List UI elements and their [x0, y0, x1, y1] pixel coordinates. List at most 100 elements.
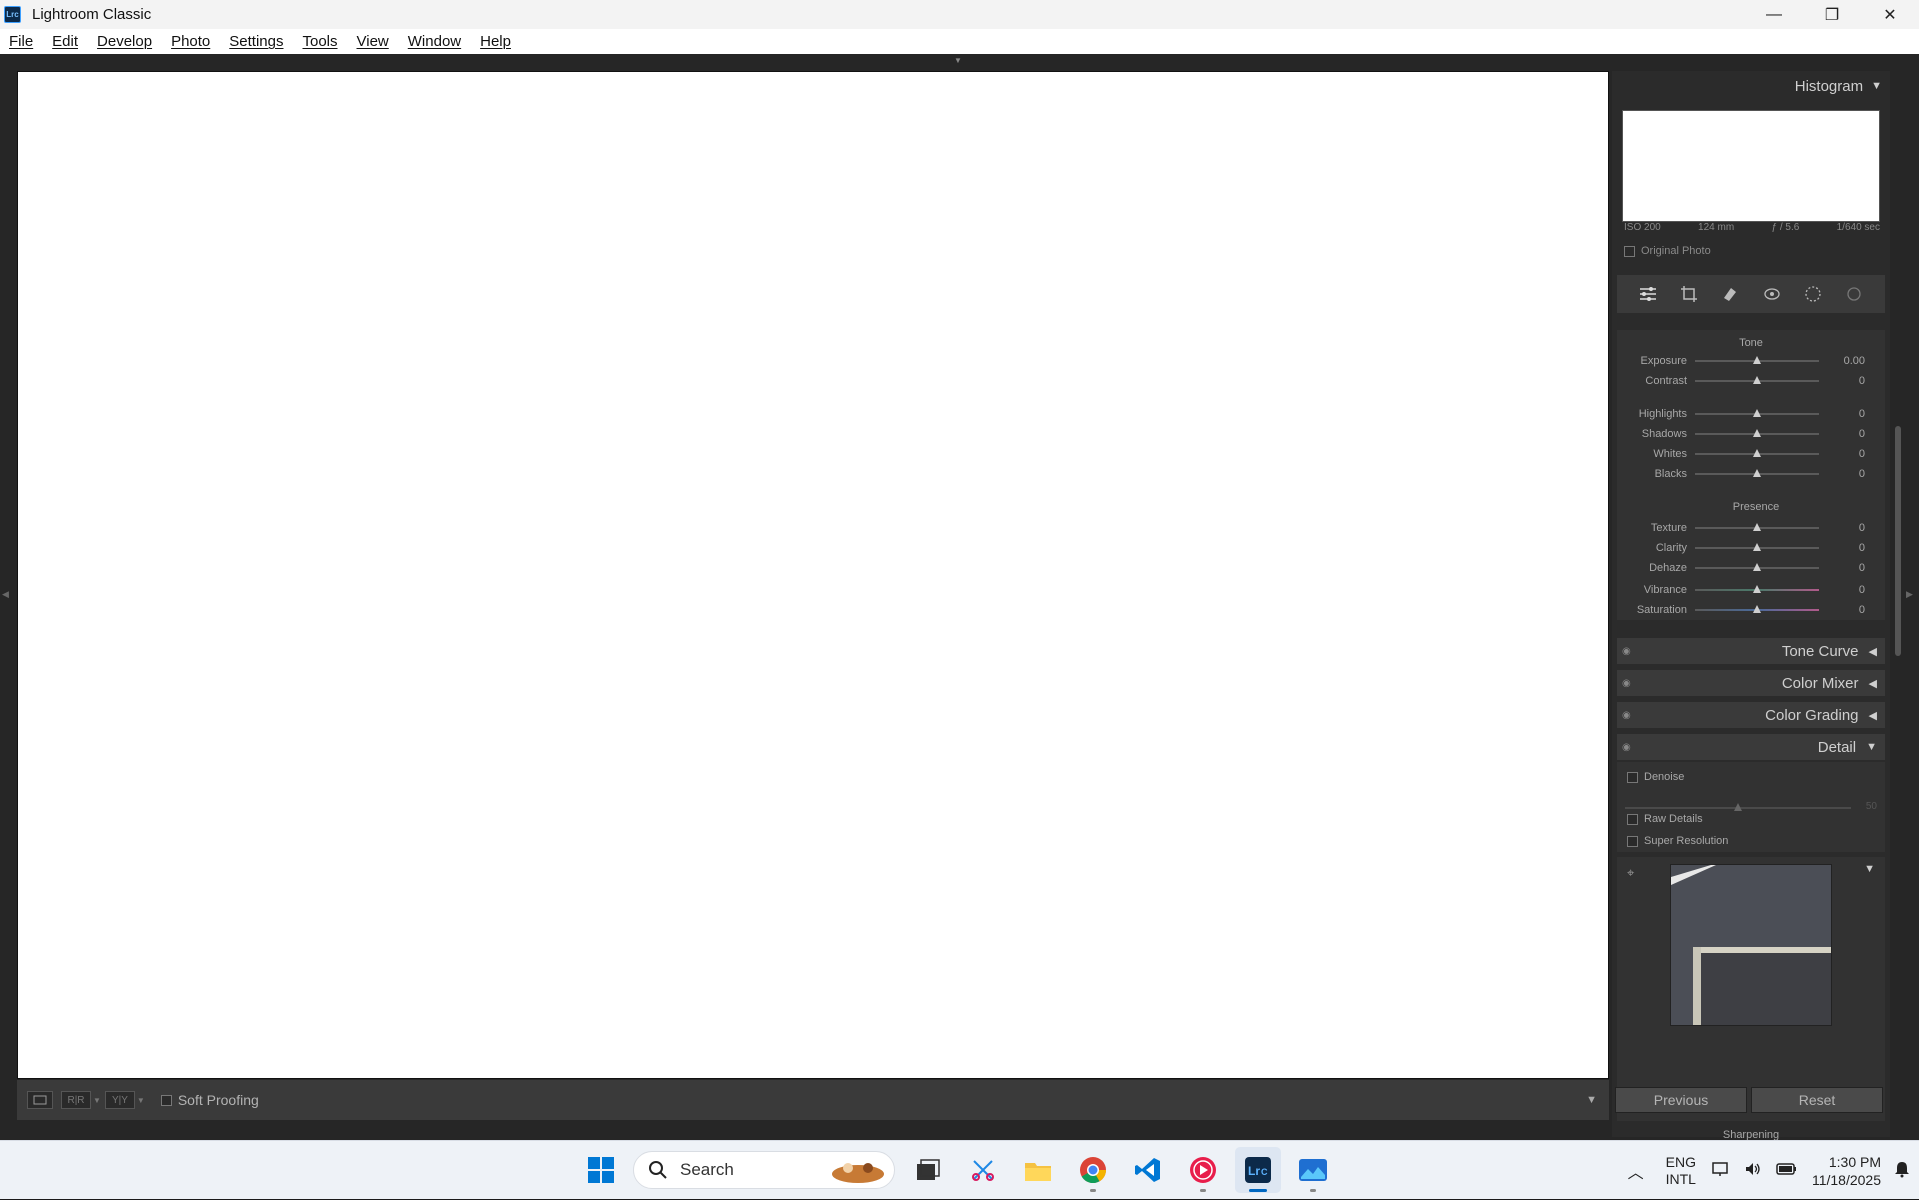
- menu-window[interactable]: Window: [408, 33, 461, 50]
- slider-track[interactable]: [1695, 585, 1819, 593]
- show-hidden-icons-chevron-icon[interactable]: ︿: [1628, 1159, 1644, 1183]
- slider-value[interactable]: 0: [1819, 562, 1865, 574]
- reset-button[interactable]: Reset: [1751, 1087, 1883, 1113]
- masking-icon[interactable]: [1802, 283, 1824, 305]
- histogram-display[interactable]: [1622, 110, 1880, 222]
- slider-track[interactable]: [1695, 376, 1819, 384]
- before-after-dropdown-icon[interactable]: ▼: [93, 1096, 101, 1105]
- menu-settings[interactable]: Settings: [229, 33, 283, 50]
- menu-help[interactable]: Help: [480, 33, 511, 50]
- soft-proofing-checkbox[interactable]: [160, 1094, 172, 1106]
- super-resolution-checkbox[interactable]: [1627, 835, 1638, 847]
- taskbar-search[interactable]: Search: [633, 1151, 895, 1189]
- slider-value[interactable]: 0: [1819, 604, 1865, 616]
- slider-thumb[interactable]: [1753, 469, 1761, 477]
- healing-eraser-icon[interactable]: [1719, 283, 1741, 305]
- right-panel-toggle-icon[interactable]: ▶: [1906, 589, 1913, 600]
- swap-dropdown-icon[interactable]: ▼: [137, 1096, 145, 1105]
- slider-value[interactable]: 0: [1819, 522, 1865, 534]
- color-mixer-panel-header[interactable]: ◉ Color Mixer ◀: [1617, 670, 1885, 696]
- slider-thumb[interactable]: [1753, 409, 1761, 417]
- contrast-slider[interactable]: Contrast 0: [1617, 373, 1885, 389]
- slider-track[interactable]: [1695, 523, 1819, 531]
- menu-photo[interactable]: Photo: [171, 33, 210, 50]
- detail-zoom-preview[interactable]: [1670, 864, 1832, 1026]
- clarity-slider[interactable]: Clarity 0: [1617, 540, 1885, 556]
- slider-value[interactable]: 0: [1819, 468, 1865, 480]
- slider-thumb[interactable]: [1753, 543, 1761, 551]
- saturation-slider[interactable]: Saturation 0: [1617, 602, 1885, 618]
- denoise-checkbox[interactable]: [1627, 771, 1638, 783]
- slider-track[interactable]: [1695, 563, 1819, 571]
- photo-canvas[interactable]: [17, 71, 1609, 1079]
- color-grading-panel-header[interactable]: ◉ Color Grading ◀: [1617, 702, 1885, 728]
- notifications-bell-icon[interactable]: [1893, 1160, 1911, 1181]
- volume-icon[interactable]: [1744, 1161, 1762, 1180]
- target-crosshair-icon[interactable]: ⌖: [1627, 865, 1634, 881]
- slider-thumb[interactable]: [1753, 356, 1761, 364]
- previous-button[interactable]: Previous: [1615, 1087, 1747, 1113]
- slider-value[interactable]: 0: [1819, 542, 1865, 554]
- right-panel-scrollbar[interactable]: [1893, 71, 1903, 1137]
- slider-thumb[interactable]: [1753, 585, 1761, 593]
- slider-track[interactable]: [1695, 543, 1819, 551]
- original-photo-checkbox[interactable]: [1624, 245, 1635, 257]
- slider-value[interactable]: 0.00: [1819, 355, 1865, 367]
- eye-icon[interactable]: ◉: [1622, 646, 1631, 657]
- menu-file[interactable]: File: [9, 33, 33, 50]
- raw-details-toggle[interactable]: Raw Details: [1627, 813, 1703, 825]
- texture-slider[interactable]: Texture 0: [1617, 520, 1885, 536]
- whites-slider[interactable]: Whites 0: [1617, 446, 1885, 462]
- slider-value[interactable]: 0: [1819, 408, 1865, 420]
- eye-icon[interactable]: ◉: [1622, 678, 1631, 689]
- slider-thumb[interactable]: [1753, 563, 1761, 571]
- denoise-toggle[interactable]: Denoise: [1627, 771, 1684, 783]
- vibrance-slider[interactable]: Vibrance 0: [1617, 582, 1885, 598]
- task-view-icon[interactable]: [905, 1147, 951, 1193]
- battery-icon[interactable]: [1776, 1162, 1798, 1179]
- maximize-button[interactable]: ❐: [1803, 0, 1861, 29]
- crop-icon[interactable]: [1678, 283, 1700, 305]
- photos-app-icon[interactable]: [1290, 1147, 1336, 1193]
- chrome-icon[interactable]: [1070, 1147, 1116, 1193]
- eye-icon[interactable]: ◉: [1622, 742, 1631, 753]
- file-explorer-icon[interactable]: [1015, 1147, 1061, 1193]
- exposure-slider[interactable]: Exposure 0.00: [1617, 353, 1885, 369]
- slider-value[interactable]: 0: [1819, 375, 1865, 387]
- lightroom-classic-taskbar-icon[interactable]: Lr C: [1235, 1147, 1281, 1193]
- menu-view[interactable]: View: [357, 33, 389, 50]
- red-eye-icon[interactable]: [1761, 283, 1783, 305]
- slider-thumb[interactable]: [1734, 803, 1742, 811]
- before-after-button[interactable]: R|R: [61, 1091, 91, 1109]
- slider-track[interactable]: [1695, 469, 1819, 477]
- detail-panel-header[interactable]: ◉ Detail ▼: [1617, 734, 1885, 760]
- original-photo-toggle[interactable]: Original Photo: [1624, 245, 1711, 257]
- slider-track[interactable]: [1695, 449, 1819, 457]
- slider-track[interactable]: [1695, 429, 1819, 437]
- media-player-icon[interactable]: [1180, 1147, 1226, 1193]
- tone-curve-panel-header[interactable]: ◉ Tone Curve ◀: [1617, 638, 1885, 664]
- raw-details-checkbox[interactable]: [1627, 813, 1638, 825]
- histogram-header[interactable]: Histogram ▼: [1612, 71, 1890, 101]
- toolbar-options-dropdown-icon[interactable]: ▼: [1586, 1094, 1597, 1106]
- edit-sliders-icon[interactable]: [1637, 283, 1659, 305]
- presets-icon[interactable]: [1843, 283, 1865, 305]
- network-icon[interactable]: [1712, 1161, 1730, 1180]
- slider-value[interactable]: 0: [1819, 448, 1865, 460]
- shadows-slider[interactable]: Shadows 0: [1617, 426, 1885, 442]
- slider-thumb[interactable]: [1753, 449, 1761, 457]
- menu-edit[interactable]: Edit: [52, 33, 78, 50]
- swap-before-after-button[interactable]: Y|Y: [104, 1091, 135, 1109]
- super-resolution-toggle[interactable]: Super Resolution: [1627, 835, 1728, 847]
- slider-thumb[interactable]: [1753, 376, 1761, 384]
- slider-value[interactable]: 0: [1819, 584, 1865, 596]
- collapse-triangle-icon[interactable]: ▼: [1864, 863, 1875, 875]
- clock[interactable]: 1:30 PM 11/18/2025: [1812, 1153, 1881, 1189]
- slider-track[interactable]: [1695, 356, 1819, 364]
- menu-develop[interactable]: Develop: [97, 33, 152, 50]
- slider-track[interactable]: [1695, 605, 1819, 613]
- loupe-view-button[interactable]: [27, 1091, 53, 1109]
- slider-value[interactable]: 0: [1819, 428, 1865, 440]
- scrollbar-thumb[interactable]: [1895, 426, 1901, 656]
- soft-proofing-toggle[interactable]: Soft Proofing: [160, 1092, 259, 1108]
